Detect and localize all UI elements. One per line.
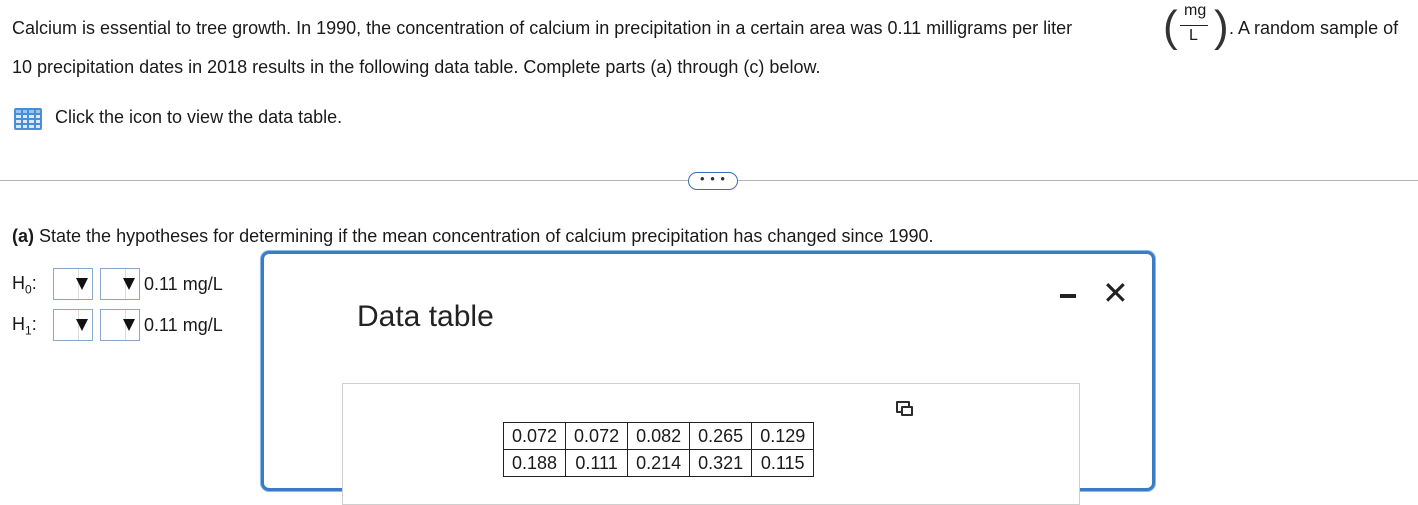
prompt-text-2: 10 precipitation dates in 2018 results i… (12, 57, 821, 77)
h0-value: 0.11 mg/L (144, 274, 223, 294)
table-grid-icon[interactable] (14, 108, 42, 130)
expand-button[interactable]: • • • (688, 172, 738, 190)
table-cell: 0.115 (751, 449, 815, 477)
chevron-down-icon (123, 278, 135, 290)
h1-relation-select[interactable] (100, 309, 140, 341)
dialog-title: Data table (357, 300, 494, 333)
table-cell: 0.082 (627, 422, 691, 450)
chevron-down-icon (123, 319, 135, 331)
minimize-icon[interactable] (1060, 294, 1076, 298)
fraction-bar (1180, 25, 1208, 26)
left-paren: ( (1163, 2, 1178, 51)
data-table-dialog: Data table ✕ 0.072 0.072 0.082 0.265 0.1… (261, 251, 1155, 505)
table-cell: 0.265 (689, 422, 753, 450)
prompt-tail-text: . A random sample of (1229, 18, 1399, 38)
part-a-label: (a) (12, 226, 34, 246)
data-table: 0.072 0.072 0.082 0.265 0.129 0.188 0.11… (502, 422, 815, 477)
close-icon[interactable]: ✕ (1102, 277, 1129, 309)
part-a-text: State the hypotheses for determining if … (39, 226, 934, 246)
table-cell: 0.072 (565, 422, 629, 450)
unit-denominator: L (1189, 27, 1198, 44)
h1-value: 0.11 mg/L (144, 315, 223, 335)
table-row: 0.072 0.072 0.082 0.265 0.129 (502, 422, 815, 450)
unit-fraction: ( mg L ) (1160, 0, 1229, 58)
prompt-line-1: Calcium is essential to tree growth. In … (12, 18, 1072, 39)
copy-icon[interactable] (896, 401, 913, 416)
unit-numerator: mg (1184, 2, 1207, 19)
data-panel: 0.072 0.072 0.082 0.265 0.129 0.188 0.11… (342, 383, 1080, 505)
table-cell: 0.214 (627, 449, 691, 477)
data-table-link-label: Click the icon to view the data table. (55, 107, 343, 127)
h0-label: H0: (12, 273, 37, 297)
h1-label: H1: (12, 314, 37, 338)
h1-parameter-select[interactable] (53, 309, 93, 341)
table-row: 0.188 0.111 0.214 0.321 0.115 (502, 449, 815, 477)
chevron-down-icon (76, 278, 88, 290)
table-cell: 0.321 (689, 449, 753, 477)
table-cell: 0.129 (751, 422, 815, 450)
h0-parameter-select[interactable] (53, 268, 93, 300)
right-paren: ) (1214, 2, 1229, 51)
table-cell: 0.111 (565, 449, 629, 477)
prompt-line-2: 10 precipitation dates in 2018 results i… (12, 57, 820, 78)
table-cell: 0.072 (502, 422, 567, 450)
prompt-line-1-tail: . A random sample of (1229, 18, 1398, 39)
prompt-text-1: Calcium is essential to tree growth. In … (12, 18, 1073, 38)
part-a-question: (a) State the hypotheses for determining… (12, 226, 934, 247)
chevron-down-icon (76, 319, 88, 331)
table-cell: 0.188 (502, 449, 567, 477)
h0-relation-select[interactable] (100, 268, 140, 300)
data-table-link[interactable]: Click the icon to view the data table. (55, 107, 342, 128)
